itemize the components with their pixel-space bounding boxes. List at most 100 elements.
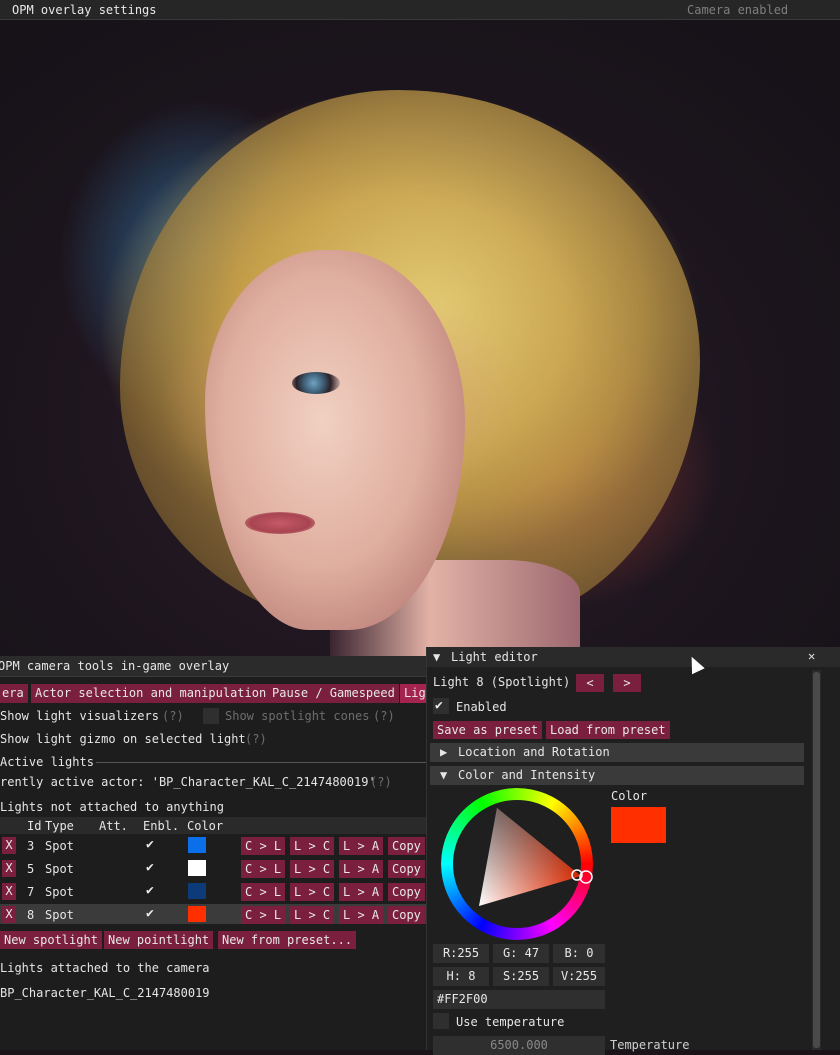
enabled-check[interactable]: ✔	[146, 837, 154, 852]
light-to-camera-button[interactable]: L > C	[290, 883, 335, 901]
close-icon[interactable]: ✕	[808, 649, 815, 663]
tab-actor-selection[interactable]: Actor selection and manipulation	[31, 684, 271, 703]
light-id: 7	[27, 885, 35, 899]
tab-pause-gamespeed[interactable]: Pause / Gamespeed	[268, 684, 399, 703]
col-id: Id	[27, 819, 42, 833]
lights-not-attached-label: Lights not attached to anything	[0, 800, 224, 814]
enabled-check[interactable]: ✔	[146, 883, 154, 898]
light-to-actor-button[interactable]: L > A	[339, 860, 384, 878]
show-spotlight-cones-label[interactable]: Show spotlight cones	[225, 709, 370, 723]
light-to-camera-button[interactable]: L > C	[290, 837, 335, 855]
col-att: Att.	[99, 819, 128, 833]
color-swatch[interactable]	[188, 860, 206, 876]
overlay-title: OPM overlay settings	[12, 3, 157, 17]
location-rotation-label: Location and Rotation	[458, 745, 610, 759]
light-to-actor-button[interactable]: L > A	[339, 883, 384, 901]
green-field[interactable]: G: 47	[493, 944, 549, 963]
color-swatch[interactable]	[188, 837, 206, 853]
lights-attached-camera-label: Lights attached to the camera	[0, 961, 210, 975]
attached-actor-name: BP_Character_KAL_C_2147480019	[0, 986, 210, 1000]
window-titlebar[interactable]: OPM camera tools in-game overlay	[0, 656, 426, 677]
active-actor-label: rently active actor: 'BP_Character_KAL_C…	[0, 775, 376, 789]
new-spotlight-button[interactable]: New spotlight	[0, 931, 102, 949]
help-marker[interactable]: (?)	[245, 732, 267, 746]
light-type: Spot	[45, 885, 74, 899]
help-marker[interactable]: (?)	[162, 709, 184, 723]
show-light-visualizers-label[interactable]: Show light visualizers	[0, 709, 159, 723]
load-preset-button[interactable]: Load from preset	[546, 721, 670, 739]
delete-light-button[interactable]: X	[2, 883, 16, 900]
copy-light-button[interactable]: Copy	[388, 883, 425, 901]
light-type: Spot	[45, 862, 74, 876]
enabled-check[interactable]: ✔	[146, 906, 154, 921]
section-separator	[96, 762, 426, 763]
color-preview-swatch[interactable]	[611, 807, 666, 843]
character-eye	[292, 372, 340, 394]
light-type: Spot	[45, 908, 74, 922]
show-spotlight-cones-checkbox[interactable]	[203, 708, 219, 724]
character-face	[205, 250, 465, 630]
camera-status: Camera enabled	[687, 3, 789, 17]
copy-light-button[interactable]: Copy	[388, 837, 425, 855]
enabled-check-icon: ✔	[435, 698, 443, 713]
color-label: Color	[611, 789, 648, 803]
light-id: 5	[27, 862, 35, 876]
help-marker[interactable]: (?)	[373, 709, 395, 723]
blue-field[interactable]: B: 0	[553, 944, 605, 963]
col-type: Type	[45, 819, 74, 833]
use-temperature-label[interactable]: Use temperature	[456, 1015, 564, 1029]
hue-field[interactable]: H: 8	[433, 967, 489, 986]
new-from-preset-button[interactable]: New from preset...	[218, 931, 357, 949]
enabled-label[interactable]: Enabled	[456, 700, 507, 714]
temperature-slider[interactable]: 6500.000	[433, 1036, 605, 1055]
col-color: Color	[187, 819, 224, 833]
color-intensity-header[interactable]: ▼ Color and Intensity	[430, 766, 804, 785]
value-field[interactable]: V:255	[553, 967, 605, 986]
camera-to-light-button[interactable]: C > L	[241, 906, 286, 924]
character-lips	[245, 512, 315, 534]
collapse-triangle-icon: ▼	[440, 768, 448, 782]
light-to-actor-button[interactable]: L > A	[339, 837, 384, 855]
new-pointlight-button[interactable]: New pointlight	[104, 931, 214, 949]
color-wheel[interactable]	[441, 788, 593, 940]
show-light-gizmo-label[interactable]: Show light gizmo on selected light	[0, 732, 246, 746]
expand-triangle-icon: ▶	[440, 745, 448, 759]
color-swatch[interactable]	[188, 883, 206, 899]
light-to-camera-button[interactable]: L > C	[290, 860, 335, 878]
delete-light-button[interactable]: X	[2, 906, 16, 923]
help-marker[interactable]: (?)	[370, 775, 392, 789]
delete-light-button[interactable]: X	[2, 837, 16, 854]
use-temperature-checkbox[interactable]	[433, 1013, 449, 1029]
color-swatch[interactable]	[188, 906, 206, 922]
red-field[interactable]: R:255	[433, 944, 489, 963]
light-editor-title: Light editor	[451, 650, 538, 664]
color-intensity-label: Color and Intensity	[458, 768, 596, 782]
copy-light-button[interactable]: Copy	[388, 906, 425, 924]
light-to-actor-button[interactable]: L > A	[339, 906, 384, 924]
camera-to-light-button[interactable]: C > L	[241, 837, 286, 855]
light-id: 3	[27, 839, 35, 853]
camera-to-light-button[interactable]: C > L	[241, 883, 286, 901]
delete-light-button[interactable]: X	[2, 860, 16, 877]
window-title: OPM camera tools in-game overlay	[0, 659, 230, 673]
scrollbar-thumb[interactable]	[813, 672, 820, 1048]
location-rotation-header[interactable]: ▶ Location and Rotation	[430, 743, 804, 762]
next-light-button[interactable]: >	[613, 674, 641, 692]
light-editor-scrollbar[interactable]	[812, 670, 821, 1050]
saturation-field[interactable]: S:255	[493, 967, 549, 986]
copy-light-button[interactable]: Copy	[388, 860, 425, 878]
save-preset-button[interactable]: Save as preset	[433, 721, 543, 739]
light-to-camera-button[interactable]: L > C	[290, 906, 335, 924]
tab-camera[interactable]: era	[0, 684, 28, 703]
overlay-settings-bar[interactable]: OPM overlay settings Camera enabled	[0, 0, 840, 20]
light-type: Spot	[45, 839, 74, 853]
hex-field[interactable]: #FF2F00	[433, 990, 605, 1009]
collapse-triangle-icon[interactable]: ▼	[433, 650, 440, 664]
light-name: Light 8 (Spotlight)	[433, 675, 571, 689]
col-enbl: Enbl.	[143, 819, 180, 833]
camera-to-light-button[interactable]: C > L	[241, 860, 286, 878]
light-editor-titlebar[interactable]: ▼ Light editor ✕	[427, 647, 840, 667]
light-id: 8	[27, 908, 35, 922]
enabled-check[interactable]: ✔	[146, 860, 154, 875]
prev-light-button[interactable]: <	[576, 674, 604, 692]
